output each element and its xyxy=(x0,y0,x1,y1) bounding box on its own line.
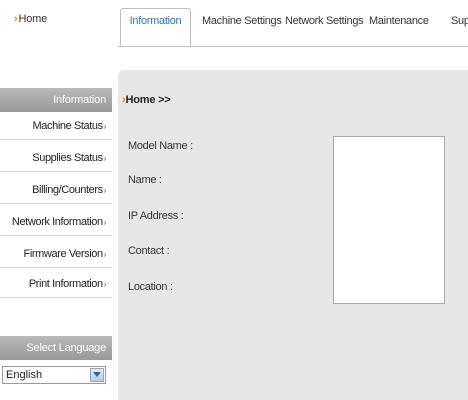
sidebar-item-label: Print Information xyxy=(28,278,103,290)
ip-address-label: IP Address : xyxy=(128,210,184,222)
chevron-right-icon: › xyxy=(103,186,107,195)
sidebar-section-title: Information xyxy=(0,88,112,112)
chevron-right-icon: › xyxy=(14,13,18,25)
machine-image-box xyxy=(333,136,445,304)
sidebar-item-label: Billing/Counters xyxy=(32,184,103,196)
sidebar-item-firmware-version[interactable]: Firmware Version› xyxy=(0,242,112,268)
chevron-right-icon: › xyxy=(103,154,107,163)
tab-support-label: Supp xyxy=(451,15,468,27)
tab-network-settings-label: Network Settings xyxy=(285,15,364,27)
language-select-value: English xyxy=(6,369,43,381)
home-link-label: Home xyxy=(18,13,48,25)
tab-information-label: Information xyxy=(129,15,182,27)
contact-label: Contact : xyxy=(128,245,170,257)
breadcrumb: ›Home >> xyxy=(122,94,171,106)
tab-information[interactable]: Information xyxy=(120,8,191,46)
chevron-right-icon: › xyxy=(103,122,107,131)
chevron-right-icon: › xyxy=(103,250,107,259)
chevron-down-icon[interactable] xyxy=(90,368,104,382)
sidebar: Information Machine Status› Supplies Sta… xyxy=(0,46,118,394)
name-label: Name : xyxy=(128,174,162,186)
sidebar-item-label: Network Information xyxy=(11,216,103,228)
main-content-panel: ›Home >> Model Name : Name : IP Address … xyxy=(118,70,468,400)
breadcrumb-label: Home >> xyxy=(125,94,171,106)
sidebar-item-supplies-status[interactable]: Supplies Status› xyxy=(0,146,112,172)
sidebar-item-print-information[interactable]: Print Information› xyxy=(0,272,112,298)
tab-machine-settings[interactable]: Machine Settings xyxy=(202,10,282,46)
language-section-title: Select Language xyxy=(0,336,112,360)
sidebar-item-network-information[interactable]: Network Information› xyxy=(0,210,112,236)
location-label: Location : xyxy=(128,281,173,293)
sidebar-item-label: Machine Status xyxy=(32,120,104,132)
home-link[interactable]: ›Home xyxy=(14,13,47,25)
model-name-label: Model Name : xyxy=(128,140,193,152)
sidebar-item-label: Firmware Version xyxy=(23,248,104,260)
language-select[interactable]: English xyxy=(2,366,106,384)
tab-maintenance-label: Maintenance xyxy=(369,15,429,27)
chevron-right-icon: › xyxy=(103,218,107,227)
sidebar-item-label: Supplies Status xyxy=(32,152,103,164)
top-navigation-bar: ›Home Information Machine Settings Netwo… xyxy=(0,0,468,47)
tab-network-settings[interactable]: Network Settings xyxy=(285,10,364,46)
tab-machine-settings-label: Machine Settings xyxy=(202,15,282,27)
sidebar-item-billing-counters[interactable]: Billing/Counters› xyxy=(0,178,112,204)
chevron-right-icon: › xyxy=(103,280,107,289)
tab-support[interactable]: Supp xyxy=(451,10,468,46)
sidebar-item-machine-status[interactable]: Machine Status› xyxy=(0,114,112,140)
tab-maintenance[interactable]: Maintenance xyxy=(369,10,429,46)
